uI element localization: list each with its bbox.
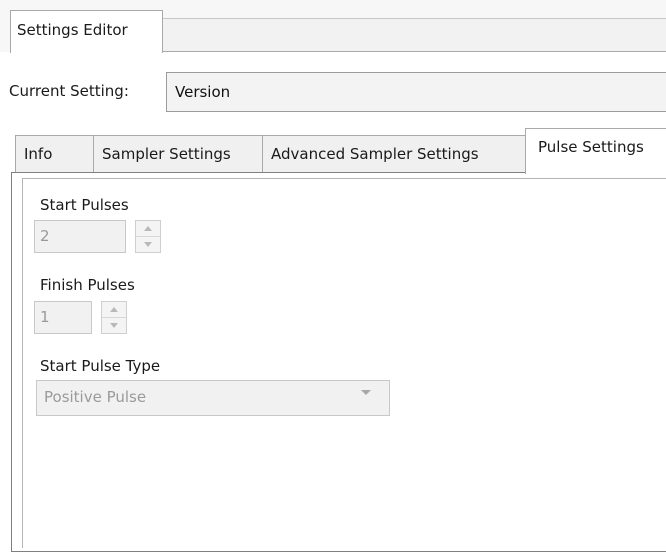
start-pulses-stepper[interactable] bbox=[135, 220, 161, 253]
tab-sampler-settings[interactable]: Sampler Settings bbox=[93, 135, 263, 173]
finish-pulses-increment-button[interactable] bbox=[102, 302, 126, 318]
tab-pulse-settings-label: Pulse Settings bbox=[538, 138, 644, 156]
tab-settings-editor-label: Settings Editor bbox=[17, 21, 128, 39]
tab-advanced-sampler-settings-label: Advanced Sampler Settings bbox=[271, 145, 479, 163]
caret-down-icon bbox=[361, 390, 371, 395]
start-pulse-type-select[interactable]: Positive Pulse bbox=[36, 380, 390, 416]
finish-pulses-stepper[interactable] bbox=[101, 301, 127, 334]
start-pulses-value: 2 bbox=[40, 227, 50, 245]
start-pulses-label: Start Pulses bbox=[40, 196, 129, 214]
chevron-up-icon bbox=[110, 307, 118, 312]
finish-pulses-decrement-button[interactable] bbox=[102, 318, 126, 333]
tab-advanced-sampler-settings[interactable]: Advanced Sampler Settings bbox=[262, 135, 526, 173]
tab-pulse-settings[interactable]: Pulse Settings bbox=[525, 128, 666, 174]
tab-info[interactable]: Info bbox=[15, 135, 94, 173]
tab-info-label: Info bbox=[24, 145, 53, 163]
chevron-down-icon bbox=[110, 323, 118, 328]
document-tab-strip-fill bbox=[162, 18, 666, 52]
start-pulse-type-value: Positive Pulse bbox=[44, 388, 147, 406]
chevron-down-icon bbox=[144, 242, 152, 247]
current-setting-label: Current Setting: bbox=[9, 82, 129, 100]
start-pulses-increment-button[interactable] bbox=[136, 221, 160, 237]
finish-pulses-input[interactable]: 1 bbox=[34, 301, 92, 334]
current-setting-value: Version bbox=[175, 83, 231, 101]
tab-settings-editor[interactable]: Settings Editor bbox=[10, 10, 163, 53]
chevron-up-icon bbox=[144, 226, 152, 231]
current-setting-select[interactable]: Version bbox=[166, 72, 666, 112]
finish-pulses-label: Finish Pulses bbox=[40, 276, 135, 294]
tab-sampler-settings-label: Sampler Settings bbox=[102, 145, 231, 163]
start-pulses-input[interactable]: 2 bbox=[34, 220, 126, 253]
finish-pulses-value: 1 bbox=[40, 308, 50, 326]
start-pulse-type-label: Start Pulse Type bbox=[40, 357, 161, 375]
start-pulses-decrement-button[interactable] bbox=[136, 237, 160, 252]
